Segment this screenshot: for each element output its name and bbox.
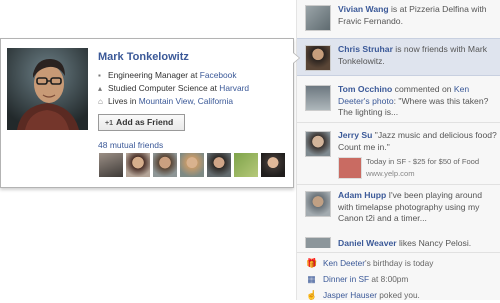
mutual-friend-thumb[interactable]	[260, 152, 286, 178]
ticker-text: likes Nancy Pelosi.	[396, 238, 472, 248]
employer-link[interactable]: Facebook	[200, 70, 237, 80]
school-link[interactable]: Harvard	[219, 83, 249, 93]
mutual-friend-thumb[interactable]	[206, 152, 232, 178]
mutual-friend-thumb[interactable]	[98, 152, 124, 178]
divider	[297, 184, 500, 185]
reminder-event[interactable]: ▦ Dinner in SF at 8:00pm	[297, 272, 500, 287]
calendar-icon: ▦	[307, 274, 316, 284]
ticker-item[interactable]: Tom Occhino commented on Ken Deeter's ph…	[297, 80, 500, 125]
education-text: Studied Computer Science at	[108, 83, 220, 93]
profile-name-link[interactable]: Mark Tonkelowitz	[98, 51, 189, 63]
home-icon: ⌂	[98, 97, 103, 106]
divider	[297, 252, 500, 253]
ticker-item[interactable]: Adam Hupp I've been playing around with …	[297, 186, 500, 234]
ticker-item-active[interactable]: Chris Struhar is now friends with Mark T…	[297, 38, 500, 76]
profile-work: ▪ Engineering Manager at Facebook	[98, 70, 237, 80]
ticker-item[interactable]: Jerry Su "Jazz music and delicious food?…	[297, 126, 500, 182]
ticker-actor[interactable]: Jerry Su	[338, 130, 372, 140]
birthday-icon: 🎁	[306, 258, 318, 268]
reminder-text: poked you.	[376, 290, 420, 300]
poke-icon: ☝	[306, 290, 318, 300]
mutual-friend-thumb[interactable]	[152, 152, 178, 178]
profile-location: ⌂ Lives in Mountain View, California	[98, 96, 233, 106]
mutual-friends-link[interactable]: 48 mutual friends	[98, 140, 163, 150]
briefcase-icon: ▪	[98, 71, 101, 80]
add-friend-button[interactable]: +1 Add as Friend	[98, 114, 185, 131]
add-friend-icon: +1	[105, 120, 113, 127]
reminder-link[interactable]: Jasper Hauser	[323, 290, 377, 300]
avatar[interactable]	[305, 191, 331, 217]
avatar[interactable]	[305, 45, 331, 71]
profile-hover-card: Mark Tonkelowitz ▪ Engineering Manager at…	[0, 38, 300, 188]
mutual-friend-thumb[interactable]	[179, 152, 205, 178]
ticker-actor[interactable]: Chris Struhar	[338, 44, 393, 54]
ticker-actor[interactable]: Daniel Weaver	[338, 238, 397, 248]
reminder-birthday[interactable]: 🎁 Ken Deeter's birthday is today	[297, 256, 500, 271]
location-text: Lives in	[108, 96, 139, 106]
attachment-url: www.yelp.com	[366, 168, 415, 178]
avatar[interactable]	[305, 237, 331, 248]
ticker-actor[interactable]: Tom Occhino	[338, 84, 392, 94]
reminder-text: 's birthday is today	[364, 258, 434, 268]
ticker-attachment[interactable]: Today in SF - $25 for $50 of Food www.ye…	[338, 155, 497, 179]
reminder-link[interactable]: Ken Deeter	[323, 258, 365, 268]
work-text: Engineering Manager at	[108, 70, 200, 80]
graduation-cap-icon: ▴	[98, 84, 103, 93]
divider	[297, 122, 500, 123]
ticker-actor[interactable]: Vivian Wang	[338, 4, 389, 14]
mutual-friend-thumb[interactable]	[233, 152, 259, 178]
attachment-thumbnail	[338, 157, 362, 179]
reminder-text: at 8:00pm	[369, 274, 409, 284]
reminder-link[interactable]: Dinner in SF	[323, 274, 369, 284]
location-link[interactable]: Mountain View, California	[139, 96, 233, 106]
ticker-item[interactable]: Daniel Weaver likes Nancy Pelosi.	[297, 234, 500, 248]
profile-education: ▴ Studied Computer Science at Harvard	[98, 83, 249, 93]
attachment-title: Today in SF - $25 for $50 of Food	[366, 157, 480, 166]
card-pointer-inner	[293, 53, 299, 63]
avatar[interactable]	[305, 5, 331, 31]
ticker-actor[interactable]: Adam Hupp	[338, 190, 386, 200]
profile-photo[interactable]	[7, 48, 88, 130]
avatar[interactable]	[305, 85, 331, 111]
add-friend-label: Add as Friend	[115, 117, 174, 127]
reminder-poke[interactable]: ☝ Jasper Hauser poked you.	[297, 288, 500, 303]
ticker-sidebar: Vivian Wang is at Pizzeria Delfina with …	[296, 0, 500, 300]
ticker-text: commented on	[392, 84, 454, 94]
avatar[interactable]	[305, 131, 331, 157]
mutual-friend-thumb[interactable]	[125, 152, 151, 178]
ticker-item[interactable]: Vivian Wang is at Pizzeria Delfina with …	[297, 0, 500, 33]
